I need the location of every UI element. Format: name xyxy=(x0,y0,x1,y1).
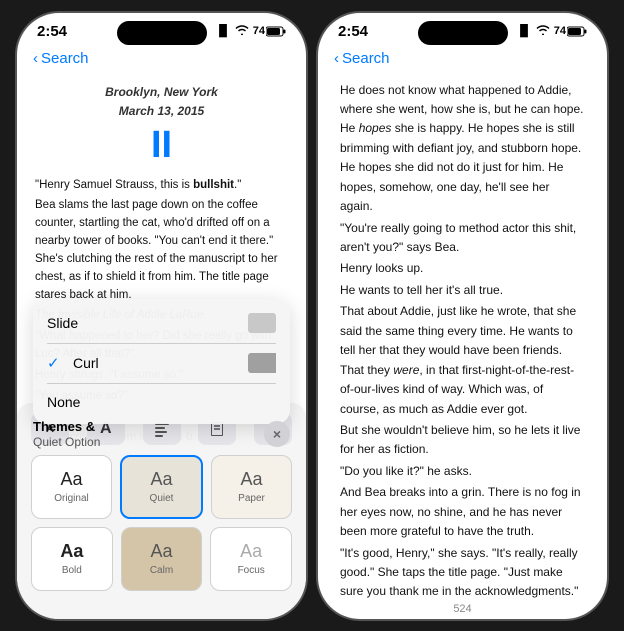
para-7: And Bea breaks into a grin. There is no … xyxy=(340,483,585,541)
dynamic-island-right xyxy=(418,21,508,45)
time-left: 2:54 xyxy=(37,23,67,40)
nav-bar-right: ‹ Search xyxy=(318,46,607,75)
transition-slide[interactable]: Slide xyxy=(33,303,290,343)
theme-focus[interactable]: Aa Focus xyxy=(210,527,292,591)
chevron-left-icon: ‹ xyxy=(33,50,38,67)
chevron-left-right-icon: ‹ xyxy=(334,50,339,67)
slide-label: Slide xyxy=(47,315,78,331)
theme-paper-sample: Aa xyxy=(240,469,262,490)
theme-row-2: Aa Bold Aa Calm Aa Focus xyxy=(31,527,292,591)
transition-panel: Slide ✓ Curl None xyxy=(33,299,290,424)
theme-original[interactable]: Aa Original xyxy=(31,455,112,519)
themes-label: Themes & Quiet Option xyxy=(33,419,100,449)
theme-bold-sample: Aa xyxy=(60,541,83,562)
dynamic-island xyxy=(117,21,207,45)
para-0: He does not know what happened to Addie,… xyxy=(340,81,585,217)
theme-calm-sample: Aa xyxy=(150,541,172,562)
theme-paper-label: Paper xyxy=(238,493,265,504)
para-4: That about Addie, just like he wrote, th… xyxy=(340,302,585,419)
theme-original-sample: Aa xyxy=(60,469,82,490)
para-5: But she wouldn't believe him, so he lets… xyxy=(340,421,585,460)
wifi-right-icon xyxy=(536,25,550,38)
para-1: "You're really going to method actor thi… xyxy=(340,219,585,258)
transition-none[interactable]: None xyxy=(33,384,290,420)
chapter-number: II xyxy=(35,125,288,167)
para-3: He wants to tell her it's all true. xyxy=(340,281,585,300)
curl-check: ✓ xyxy=(47,354,63,372)
back-button-right[interactable]: ‹ Search xyxy=(334,50,390,67)
book-header: Brooklyn, New York March 13, 2015 II xyxy=(35,83,288,167)
curl-label: Curl xyxy=(73,355,99,371)
status-icons-left: ▐▌ 74 xyxy=(215,25,286,38)
right-book-content: He does not know what happened to Addie,… xyxy=(318,75,607,599)
theme-row-1: Aa Original Aa Quiet Aa Paper xyxy=(31,455,292,519)
nav-bar-left: ‹ Search xyxy=(17,46,306,75)
theme-calm[interactable]: Aa Calm xyxy=(121,527,203,591)
signal-icon: ▐▌ xyxy=(215,25,231,37)
theme-calm-label: Calm xyxy=(150,565,173,576)
status-icons-right: ▐▌ 74 xyxy=(516,25,587,38)
para-6: "Do you like it?" he asks. xyxy=(340,462,585,481)
theme-quiet[interactable]: Aa Quiet xyxy=(120,455,203,519)
battery-right: 74 xyxy=(554,25,587,37)
theme-bold-label: Bold xyxy=(62,565,82,576)
curl-icon xyxy=(248,353,276,373)
wifi-icon xyxy=(235,25,249,38)
book-location: Brooklyn, New York March 13, 2015 xyxy=(35,83,288,121)
page-number: 524 xyxy=(318,599,607,619)
back-button-left[interactable]: ‹ Search xyxy=(33,50,89,67)
themes-options-bar: Themes & Quiet Option × xyxy=(33,419,290,449)
slide-icon xyxy=(248,313,276,333)
none-label: None xyxy=(47,394,80,410)
back-label-right: Search xyxy=(342,50,390,67)
time-right: 2:54 xyxy=(338,23,368,40)
theme-bold[interactable]: Aa Bold xyxy=(31,527,113,591)
signal-right-icon: ▐▌ xyxy=(516,25,532,37)
theme-quiet-label: Quiet xyxy=(150,493,174,504)
battery-left: 74 xyxy=(253,25,286,37)
close-button[interactable]: × xyxy=(264,421,290,447)
theme-focus-label: Focus xyxy=(238,565,265,576)
para-2: Henry looks up. xyxy=(340,259,585,278)
para-8: "It's good, Henry," she says. "It's real… xyxy=(340,544,585,599)
theme-original-label: Original xyxy=(54,493,88,504)
theme-paper[interactable]: Aa Paper xyxy=(211,455,292,519)
transition-curl[interactable]: ✓ Curl xyxy=(33,343,290,383)
theme-focus-sample: Aa xyxy=(240,541,262,562)
back-label-left: Search xyxy=(41,50,89,67)
theme-quiet-sample: Aa xyxy=(150,469,172,490)
